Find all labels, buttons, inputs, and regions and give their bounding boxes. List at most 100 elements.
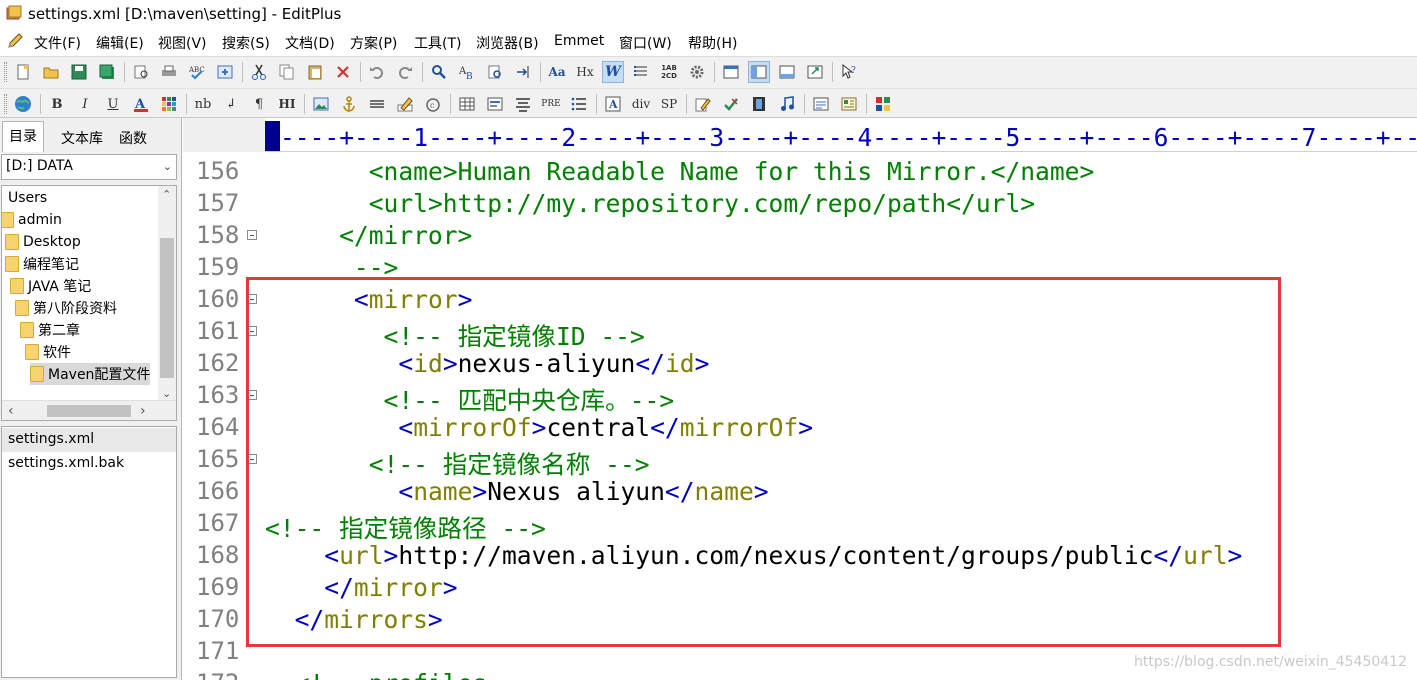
underline-button[interactable]: U — [102, 93, 124, 115]
horizontal-rule-button[interactable]: HI — [276, 93, 298, 115]
tree-folder-item[interactable]: admin — [2, 209, 62, 231]
tree-folder-item[interactable]: 编程笔记 — [5, 253, 79, 275]
code-line[interactable]: 158 </mirror> — [183, 219, 1417, 251]
directory-window-icon[interactable] — [748, 61, 770, 83]
code-line[interactable]: 168 <url>http://maven.aliyun.com/nexus/co… — [183, 539, 1417, 571]
movie-icon[interactable] — [748, 93, 770, 115]
validate-icon[interactable] — [720, 93, 742, 115]
copy-icon[interactable] — [276, 61, 298, 83]
menu-item[interactable]: 文档(D) — [285, 33, 335, 53]
code-line[interactable]: 156 <name>Human Readable Name for this Mi… — [183, 155, 1417, 187]
spellcheck-icon[interactable]: ABC — [186, 61, 208, 83]
code-line[interactable]: 165 <!-- 指定镜像名称 --> — [183, 443, 1417, 479]
scroll-up-arrow-icon[interactable]: ⌃ — [162, 188, 171, 201]
code-line[interactable]: 164 <mirrorOf>central</mirrorOf> — [183, 411, 1417, 443]
toolbar-options-icon[interactable] — [872, 93, 894, 115]
toolbar-grip[interactable] — [4, 94, 7, 114]
fold-toggle-icon[interactable] — [247, 454, 257, 464]
font-color-icon[interactable]: A — [130, 93, 152, 115]
font-icon[interactable]: Aa — [546, 61, 568, 83]
menu-item[interactable]: 搜索(S) — [222, 33, 270, 53]
redo-icon[interactable] — [394, 61, 416, 83]
tree-folder-item[interactable]: Users — [2, 187, 47, 209]
edit-pencil-icon[interactable] — [394, 93, 416, 115]
print-preview-icon[interactable] — [130, 61, 152, 83]
drive-select[interactable]: [D:] DATA ⌄ — [1, 154, 177, 180]
menu-item[interactable]: 窗口(W) — [619, 33, 672, 53]
div-button[interactable]: div — [630, 93, 652, 115]
delete-icon[interactable] — [332, 61, 354, 83]
replace-icon[interactable]: AB — [456, 61, 478, 83]
comment-icon[interactable]: c — [422, 93, 444, 115]
code-line[interactable]: 159 --> — [183, 251, 1417, 283]
tree-horizontal-scrollbar[interactable]: ‹ › — [2, 400, 176, 420]
anchor-icon[interactable] — [338, 93, 360, 115]
fold-toggle-icon[interactable] — [247, 230, 257, 240]
span-button[interactable]: SP — [658, 93, 680, 115]
tree-folder-item[interactable]: Maven配置文件 — [30, 363, 151, 385]
fullscreen-icon[interactable] — [804, 61, 826, 83]
toggle-icon[interactable] — [214, 61, 236, 83]
code-line[interactable]: 157 <url>http://my.repository.com/repo/pa… — [183, 187, 1417, 219]
cut-icon[interactable] — [248, 61, 270, 83]
break-button[interactable]: ↲ — [220, 93, 242, 115]
file-list-item[interactable]: settings.xml.bak — [2, 452, 176, 476]
music-note-icon[interactable] — [776, 93, 798, 115]
code-line[interactable]: 166 <name>Nexus aliyun</name> — [183, 475, 1417, 507]
menu-item[interactable]: 编辑(E) — [96, 33, 144, 53]
paragraph-button[interactable]: ¶ — [248, 93, 270, 115]
print-icon[interactable] — [158, 61, 180, 83]
save-icon[interactable] — [68, 61, 90, 83]
menu-item[interactable]: 工具(T) — [414, 33, 461, 53]
file-list-item[interactable]: settings.xml — [2, 428, 176, 452]
tree-folder-item[interactable]: JAVA 笔记 — [10, 275, 91, 297]
italic-button[interactable]: I — [74, 93, 96, 115]
tree-folder-item[interactable]: 第二章 — [20, 319, 80, 341]
paste-icon[interactable] — [304, 61, 326, 83]
form-icon[interactable] — [484, 93, 506, 115]
tab-cliptext[interactable]: 文本库 — [55, 124, 109, 150]
code-line[interactable]: 163 <!-- 匹配中央仓库。--> — [183, 379, 1417, 415]
find-icon[interactable] — [428, 61, 450, 83]
word-wrap-icon[interactable]: W — [602, 61, 624, 83]
list-icon[interactable] — [568, 93, 590, 115]
new-file-icon[interactable] — [12, 61, 34, 83]
table-icon[interactable] — [456, 93, 478, 115]
goto-line-icon[interactable] — [512, 61, 534, 83]
scroll-left-arrow-icon[interactable]: ‹ — [8, 403, 14, 419]
scrollbar-thumb[interactable] — [47, 405, 131, 417]
code-line[interactable]: 169 </mirror> — [183, 571, 1417, 603]
find-in-files-icon[interactable] — [484, 61, 506, 83]
menu-item[interactable]: 浏览器(B) — [476, 33, 539, 53]
menu-item[interactable]: 文件(F) — [34, 33, 81, 53]
tree-folder-item[interactable]: Desktop — [5, 231, 81, 253]
color-picker-icon[interactable] — [158, 93, 180, 115]
fold-toggle-icon[interactable] — [247, 390, 257, 400]
scroll-down-arrow-icon[interactable]: ⌄ — [162, 387, 171, 400]
save-all-icon[interactable] — [96, 61, 118, 83]
scroll-right-arrow-icon[interactable]: › — [140, 403, 146, 419]
code-editor[interactable]: 156 <name>Human Readable Name for this Mi… — [183, 153, 1417, 680]
code-line[interactable]: 167 <!-- 指定镜像路径 --> — [183, 507, 1417, 543]
code-line[interactable]: 161 <!-- 指定镜像ID --> — [183, 315, 1417, 351]
menu-item[interactable]: 方案(P) — [350, 33, 397, 53]
window-list-icon[interactable] — [720, 61, 742, 83]
clip-edit-icon[interactable] — [692, 93, 714, 115]
tab-directory[interactable]: 目录 — [2, 121, 44, 152]
ruler-icon[interactable]: 1AB 2CD — [658, 61, 680, 83]
css-toolbar-icon[interactable] — [838, 93, 860, 115]
text-frame-icon[interactable]: A — [602, 93, 624, 115]
bold-button[interactable]: B — [46, 93, 68, 115]
tree-folder-item[interactable]: 软件 — [25, 341, 71, 363]
hr-line-icon[interactable] — [366, 93, 388, 115]
fold-toggle-icon[interactable] — [247, 294, 257, 304]
pre-button[interactable]: PRE — [540, 93, 562, 115]
code-line[interactable]: 160 <mirror> — [183, 283, 1417, 315]
code-line[interactable]: 170 </mirrors> — [183, 603, 1417, 635]
fold-toggle-icon[interactable] — [247, 326, 257, 336]
image-icon[interactable] — [310, 93, 332, 115]
menu-item[interactable]: Emmet — [554, 33, 604, 49]
help-context-icon[interactable]: ? — [838, 61, 860, 83]
align-center-icon[interactable] — [512, 93, 534, 115]
nbsp-button[interactable]: nb — [192, 93, 214, 115]
